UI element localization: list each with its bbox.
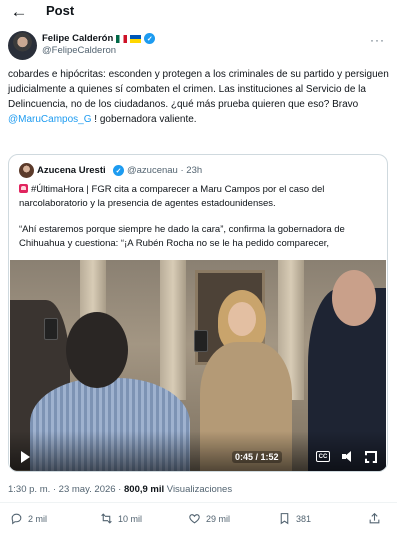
like-count: 29 mil <box>206 513 231 524</box>
quote-paragraph-1: #ÚltimaHora | FGR cita a comparecer a Ma… <box>19 183 379 210</box>
quote-avatar[interactable] <box>19 163 34 178</box>
phone-icon <box>44 318 58 340</box>
post-meta: 1:30 p. m. · 23 may. 2026 · 800,9 mil Vi… <box>8 484 232 495</box>
bookmark-icon <box>280 513 289 525</box>
tweet-text-part2: ! gobernadora valiente. <box>91 114 197 125</box>
heart-icon <box>189 514 200 524</box>
ukraine-flag-icon <box>130 34 142 43</box>
repost-icon <box>101 513 112 524</box>
action-bar: 2 mil 10 mil 29 mil 381 <box>0 512 397 532</box>
repost-count: 10 mil <box>118 513 143 524</box>
quoted-post[interactable]: Azucena Uresti ✓ @azucenau · 23h #Última… <box>8 154 388 472</box>
page-title: Post <box>46 3 75 18</box>
mention-link[interactable]: @MaruCampos_G <box>8 114 92 125</box>
divider <box>0 502 397 503</box>
reply-button[interactable]: 2 mil <box>10 512 47 525</box>
captions-icon[interactable]: CC <box>316 451 330 462</box>
post-timestamp[interactable]: 1:30 p. m. · 23 may. 2026 · <box>8 484 124 495</box>
quote-paragraph-2: “Ahí estaremos porque siempre he dado la… <box>19 224 345 249</box>
tweet-text: cobardes e hipócritas: esconden y proteg… <box>8 67 391 127</box>
avatar[interactable] <box>8 31 37 60</box>
views-label: Visualizaciones <box>164 484 233 495</box>
more-options-icon[interactable]: ··· <box>370 33 385 47</box>
video-time: 0:45 / 1:52 <box>232 451 282 463</box>
phone-icon <box>194 330 208 352</box>
video-column <box>160 260 186 400</box>
quote-paragraph-1-text: #ÚltimaHora | FGR cita a comparecer a Ma… <box>19 184 325 209</box>
author-name-row: Felipe Calderón ✓ <box>42 33 156 44</box>
reply-count: 2 mil <box>28 513 48 524</box>
back-arrow-icon[interactable]: ← <box>8 2 30 21</box>
quote-author-name[interactable]: Azucena Uresti <box>37 165 106 176</box>
mexico-flag-icon <box>116 34 128 43</box>
bookmark-button[interactable]: 381 <box>278 512 311 525</box>
author-handle[interactable]: @FelipeCalderon <box>42 45 116 56</box>
share-button[interactable] <box>368 512 381 525</box>
quote-verified-badge-icon: ✓ <box>113 165 124 176</box>
repost-button[interactable]: 10 mil <box>100 512 142 525</box>
like-button[interactable]: 29 mil <box>188 512 230 525</box>
author-name[interactable]: Felipe Calderón <box>42 33 113 44</box>
video-person-face <box>228 302 256 336</box>
quote-author-handle: @azucenau · 23h <box>127 165 203 176</box>
bookmark-count: 381 <box>296 513 312 524</box>
share-icon <box>369 512 380 524</box>
verified-badge-icon: ✓ <box>144 33 156 44</box>
top-bar: ← Post <box>0 0 397 24</box>
volume-icon[interactable] <box>342 451 355 463</box>
quote-text: #ÚltimaHora | FGR cita a comparecer a Ma… <box>19 183 379 263</box>
reply-icon <box>11 513 22 525</box>
siren-icon <box>19 184 28 193</box>
video-person-head <box>332 270 376 326</box>
play-icon[interactable] <box>19 451 31 463</box>
tweet-text-part1: cobardes e hipócritas: esconden y proteg… <box>8 69 389 110</box>
video-person-head <box>66 312 128 388</box>
views-count: 800,9 mil <box>124 484 165 495</box>
video-player[interactable]: 0:45 / 1:52 CC <box>10 260 386 471</box>
